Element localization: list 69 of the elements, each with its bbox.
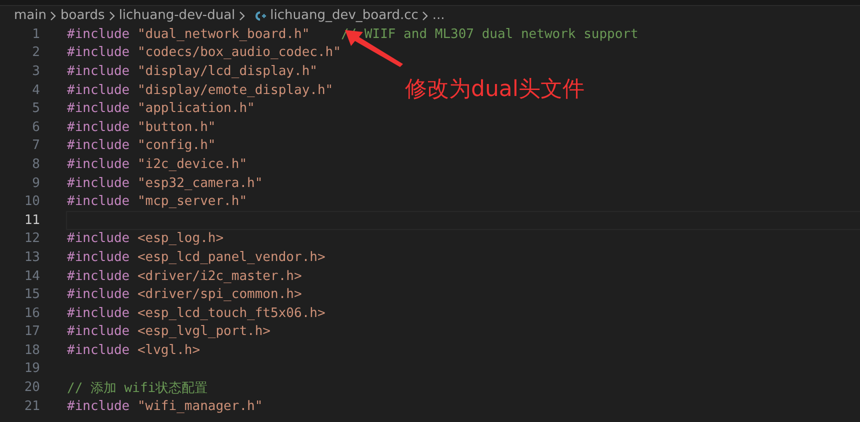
comment-token: // 添加 wifi状态配置: [67, 380, 208, 397]
keyword-token: #include: [67, 176, 130, 191]
string-token: <esp_lvgl_port.h>: [137, 324, 271, 340]
line-number: 4: [31, 82, 40, 98]
string-token: <esp_lcd_touch_ft5x06.h>: [137, 306, 326, 321]
line-number: 13: [23, 250, 40, 265]
line-number: 15: [23, 287, 40, 302]
keyword-token: #include: [67, 250, 130, 265]
line-number: 21: [23, 398, 40, 414]
string-token: <esp_log.h>: [137, 231, 224, 246]
line-number: 11: [23, 212, 40, 228]
string-token: "config.h": [137, 138, 216, 154]
line-number: 16: [23, 306, 40, 321]
string-token: "display/emote_display.h": [137, 82, 334, 98]
string-token: <driver/spi_common.h>: [137, 287, 302, 302]
string-token: "display/lcd_display.h": [137, 64, 318, 79]
line-number: 1: [31, 26, 40, 42]
line-number: 7: [31, 138, 40, 154]
string-token: "esp32_camera.h": [137, 176, 263, 191]
annotation-text: 修改为dual头文件: [405, 76, 585, 104]
string-token: "application.h": [137, 101, 255, 116]
chevron-icon: [49, 10, 58, 20]
line-number: 5: [31, 101, 40, 116]
keyword-token: #include: [67, 156, 130, 172]
string-token: "i2c_device.h": [137, 156, 248, 172]
keyword-token: #include: [67, 324, 130, 340]
chevron-icon: [238, 10, 246, 20]
string-token: <driver/i2c_master.h>: [137, 268, 302, 284]
string-token: "codecs/box_audio_codec.h": [137, 45, 341, 60]
keyword-token: #include: [67, 64, 130, 79]
breadcrumb-item[interactable]: main: [14, 8, 46, 23]
breadcrumb-item[interactable]: lichuang_dev_board.cc: [270, 8, 418, 23]
keyword-token: #include: [67, 138, 130, 154]
keyword-token: #include: [67, 45, 130, 60]
string-token: "button.h": [137, 120, 216, 135]
string-token: "mcp_server.h": [137, 194, 248, 210]
line-number: 17: [23, 324, 40, 340]
string-token: <esp_lcd_panel_vendor.h>: [137, 250, 326, 265]
keyword-token: #include: [67, 26, 130, 42]
breadcrumb-item[interactable]: boards: [60, 8, 105, 23]
keyword-token: #include: [67, 342, 130, 358]
keyword-token: #include: [67, 194, 130, 210]
line-number: 14: [23, 268, 40, 284]
line-number: 2: [31, 45, 40, 60]
keyword-token: #include: [67, 268, 130, 284]
string-token: "wifi_manager.h": [137, 398, 263, 414]
keyword-token: #include: [67, 398, 130, 414]
cpp-file-icon: [253, 10, 268, 22]
keyword-token: #include: [67, 287, 130, 302]
line-number: 9: [31, 176, 40, 191]
line-number: 12: [23, 231, 40, 246]
string-token: "dual_network_board.h": [137, 26, 310, 42]
string-token: <lvgl.h>: [137, 342, 200, 358]
keyword-token: #include: [67, 306, 130, 321]
line-number: 19: [23, 361, 40, 376]
breadcrumb-item[interactable]: lichuang-dev-dual: [118, 8, 236, 23]
keyword-token: #include: [67, 101, 130, 116]
line-number: 8: [31, 156, 40, 172]
chevron-icon: [421, 10, 430, 20]
line-number: 6: [31, 120, 40, 135]
line-number: 10: [23, 194, 40, 210]
chevron-icon: [108, 10, 116, 20]
keyword-token: #include: [67, 120, 130, 135]
line-number: 3: [31, 64, 40, 79]
keyword-token: #include: [67, 82, 130, 98]
more-crumb[interactable]: ...: [432, 8, 445, 23]
line-number: 18: [23, 342, 40, 358]
keyword-token: #include: [67, 231, 130, 246]
line-number: 20: [23, 380, 40, 396]
